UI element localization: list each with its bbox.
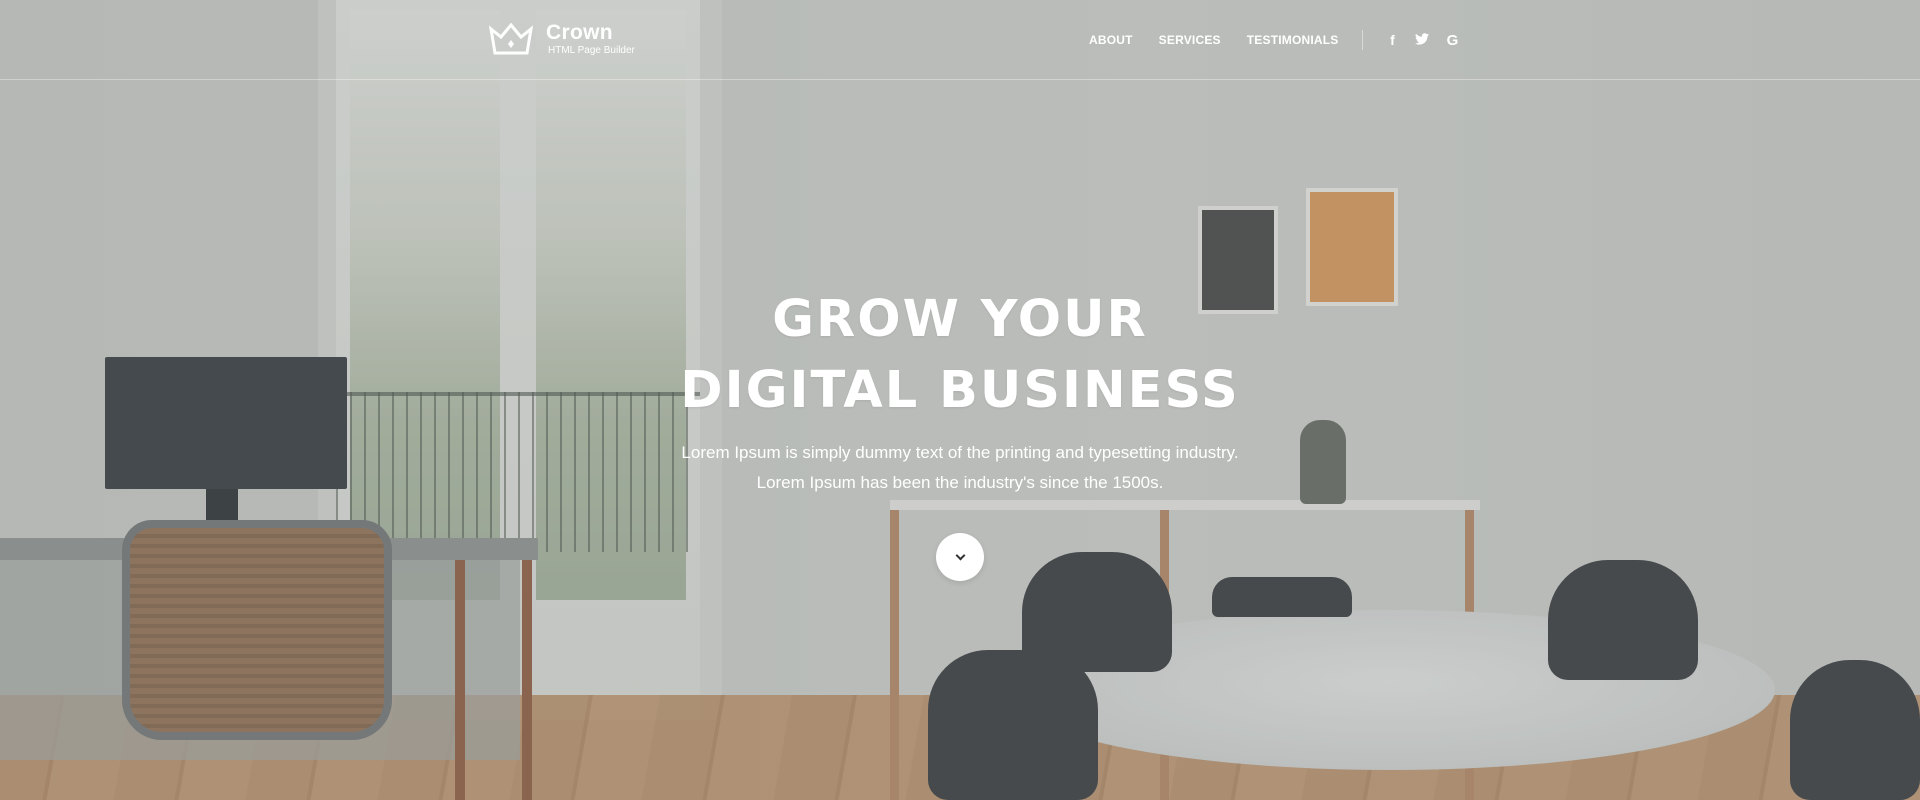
crown-icon [488, 22, 534, 54]
hero-title-line-2: DIGITAL BUSINESS [680, 361, 1240, 420]
social-links: f G [1385, 32, 1475, 49]
hero-subtitle-line-1: Lorem Ipsum is simply dummy text of the … [681, 443, 1239, 462]
nav-link-services[interactable]: SERVICES [1159, 33, 1221, 47]
hero-subtitle: Lorem Ipsum is simply dummy text of the … [0, 438, 1920, 498]
hero-title-line-1: GROW YOUR [772, 290, 1148, 349]
hero-title: GROW YOUR DIGITAL BUSINESS [0, 284, 1920, 426]
brand-name: Crown [546, 21, 613, 44]
hero-subtitle-line-2: Lorem Ipsum has been the industry's sinc… [756, 473, 1164, 492]
main-nav: ABOUT SERVICES TESTIMONIALS f G [1089, 30, 1475, 50]
twitter-icon[interactable] [1415, 32, 1430, 48]
nav-link-about[interactable]: ABOUT [1089, 33, 1133, 47]
brand-tagline: HTML Page Builder [548, 45, 635, 56]
facebook-icon[interactable]: f [1385, 32, 1399, 48]
nav-link-testimonials[interactable]: TESTIMONIALS [1247, 33, 1339, 47]
hero-section: GROW YOUR DIGITAL BUSINESS Lorem Ipsum i… [0, 284, 1920, 498]
nav-divider [1362, 30, 1364, 50]
chevron-down-icon [955, 550, 965, 560]
google-plus-icon[interactable]: G [1445, 32, 1459, 49]
brand-logo[interactable]: Crown HTML Page Builder [488, 22, 635, 57]
scroll-down-button[interactable] [936, 533, 984, 581]
site-header: Crown HTML Page Builder ABOUT SERVICES T… [0, 0, 1920, 80]
